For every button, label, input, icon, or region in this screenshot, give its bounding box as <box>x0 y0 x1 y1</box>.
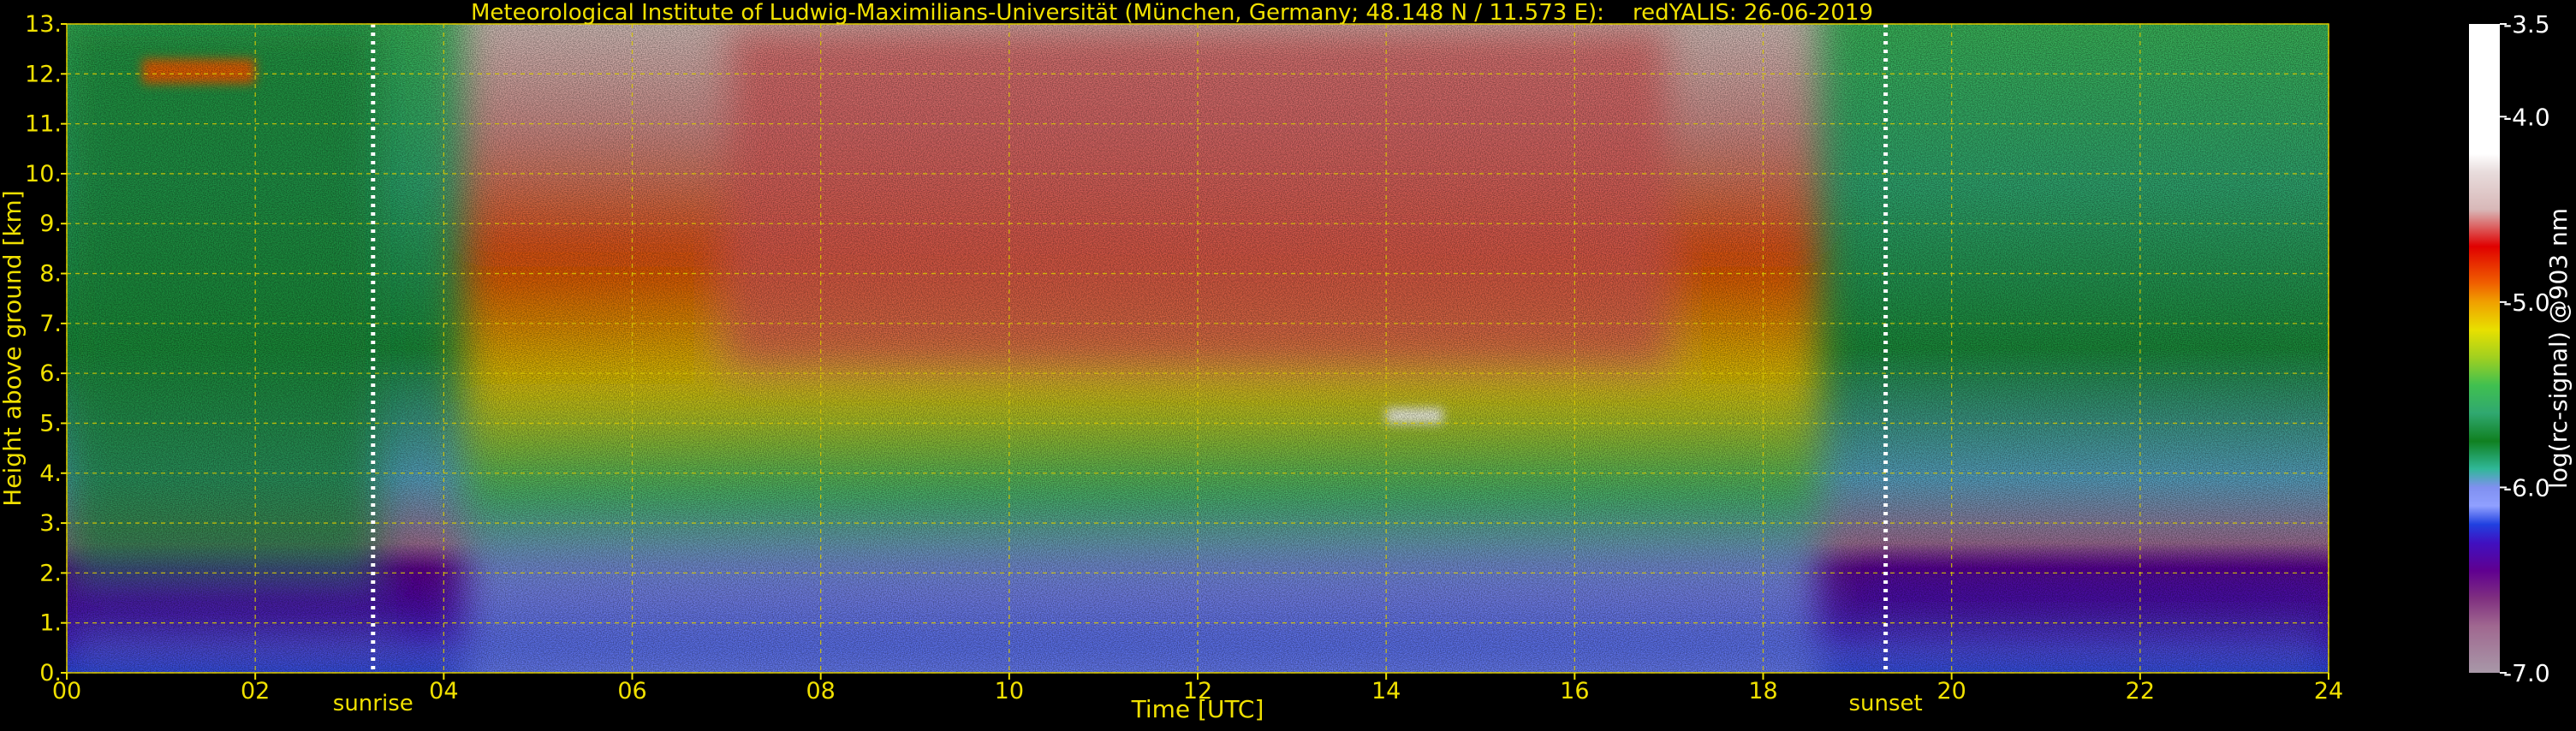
x-tick-label: 22 <box>2126 678 2155 704</box>
colorbar-tick-label: -6.0 <box>2503 473 2550 502</box>
y-tick-label: 3. <box>39 510 62 537</box>
sunrise-label: sunrise <box>333 691 413 716</box>
colorbar-label: log(rc-signal) @903 nm <box>2544 208 2573 489</box>
colorbar-tick-label: -5.0 <box>2503 288 2550 317</box>
y-axis: 0. 1. 2. 3. 4. 5. 6. 7. 8. 9. 10. 11. 12. 13. <box>25 11 67 686</box>
x-tick-label: 04 <box>429 678 458 704</box>
colorbar-tick-label: -3.5 <box>2503 10 2550 39</box>
y-tick-label: 10. <box>25 161 62 187</box>
sunset-label: sunset <box>1848 691 1922 716</box>
y-tick-label: 6. <box>39 360 62 387</box>
y-tick-label: 2. <box>39 560 62 586</box>
chart-svg: sunrise sunset 00 02 04 06 08 10 12 14 16 18 20 22 24… <box>0 0 2573 723</box>
y-tick-label: 13. <box>25 11 62 38</box>
colorbar: -3.5 -4.0 -5.0 -6.0 -7.0 log(rc-signal) @903… <box>2469 10 2573 687</box>
x-tick-label: 20 <box>1936 678 1966 704</box>
x-tick-label: 16 <box>1560 678 1589 704</box>
y-tick-label: 5. <box>39 410 62 437</box>
colorbar-ticks: -3.5 -4.0 -5.0 -6.0 -7.0 <box>2500 10 2550 687</box>
colorbar-scale <box>2469 24 2500 673</box>
y-tick-label: 9. <box>39 211 62 237</box>
y-tick-label: 1. <box>39 610 62 637</box>
x-tick-label: 06 <box>617 678 646 704</box>
y-tick-label: 12. <box>25 61 62 87</box>
y-tick-label: 0. <box>39 660 62 686</box>
x-tick-label: 14 <box>1371 678 1401 704</box>
x-tick-label: 24 <box>2314 678 2343 704</box>
y-tick-label: 11. <box>25 111 62 138</box>
y-tick-label: 8. <box>39 261 62 288</box>
y-tick-label: 7. <box>39 311 62 337</box>
y-axis-label: Height above ground [km] <box>0 190 27 507</box>
x-axis-label: Time [UTC] <box>1131 695 1264 723</box>
chart-root: sunrise sunset 00 02 04 06 08 10 12 14 16 18 20 22 24… <box>0 0 2576 728</box>
x-tick-label: 02 <box>241 678 270 704</box>
x-tick-label: 18 <box>1748 678 1777 704</box>
chart-title: Meteorological Institute of Ludwig-Maxim… <box>471 0 1873 26</box>
colorbar-tick-label: -4.0 <box>2503 103 2550 131</box>
x-tick-label: 10 <box>995 678 1024 704</box>
colorbar-tick-label: -7.0 <box>2503 659 2550 687</box>
y-tick-label: 4. <box>39 461 62 487</box>
x-tick-label: 08 <box>806 678 835 704</box>
